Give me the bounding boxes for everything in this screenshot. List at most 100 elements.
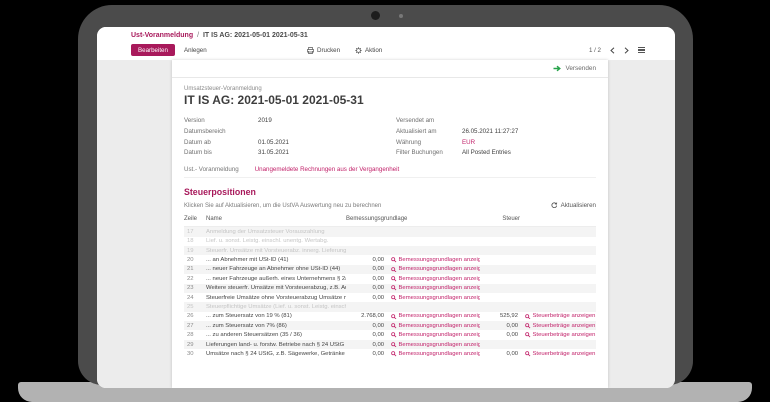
- base-amounts-link[interactable]: Bemessungsgrundlagen anzeigen: [386, 285, 480, 291]
- document-title: IT IS AG: 2021-05-01 2021-05-31: [184, 93, 596, 107]
- edit-button[interactable]: Bearbeiten: [131, 44, 175, 56]
- field-section: Version2019DatumsbereichDatum ab01.05.20…: [184, 116, 596, 159]
- breadcrumb-section-link[interactable]: Ust-Voranmeldung: [131, 32, 193, 39]
- field-value[interactable]: EUR: [462, 138, 475, 149]
- cell-name: Lief. u. sonst. Leistg. einschl. unentg.…: [206, 238, 346, 244]
- section-heading: Steuerpositionen: [184, 187, 596, 197]
- tax-amounts-link[interactable]: Steuerbeträge anzeigen: [520, 323, 596, 329]
- base-amounts-link[interactable]: Bemessungsgrundlagen anzeigen: [386, 342, 480, 348]
- tab-unangemeldete-rechnungen-aus-der-vergangenheit[interactable]: Unangemeldete Rechnungen aus der Vergang…: [255, 166, 399, 173]
- table-row: 25Steuerpflichtige Umsätze (Lief. u. son…: [184, 302, 596, 311]
- tab-ust-voranmeldung[interactable]: Ust.- Voranmeldung: [184, 166, 239, 173]
- table-header-row: Zeile Name Bemessungsgrundlage Steuer: [184, 214, 596, 227]
- refresh-icon: [551, 202, 558, 209]
- base-amounts-link[interactable]: Bemessungsgrundlagen anzeigen: [386, 295, 480, 301]
- field-value: 01.05.2021: [258, 138, 289, 149]
- tax-amounts-link[interactable]: Steuerbeträge anzeigen: [520, 351, 596, 357]
- cell-tax-amount: 0,00: [480, 351, 520, 357]
- field-label: Filter Buchungen: [396, 148, 462, 159]
- column-header-steuer: Steuer: [480, 216, 520, 222]
- hamburger-icon[interactable]: [638, 47, 645, 53]
- tax-amounts-link[interactable]: Steuerbeträge anzeigen: [520, 332, 596, 338]
- print-label: Drucken: [317, 47, 340, 54]
- magnifier-icon: [525, 351, 531, 357]
- column-header-zeile: Zeile: [184, 216, 206, 222]
- table-row: 21... neuer Fahrzeuge an Abnehmer ohne U…: [184, 265, 596, 274]
- breadcrumb: Ust-Voranmeldung / IT IS AG: 2021-05-01 …: [131, 31, 645, 40]
- positions-table: Zeile Name Bemessungsgrundlage Steuer 17…: [184, 214, 596, 358]
- cell-zeile: 27: [184, 323, 206, 329]
- cell-tax-amount: 525,92: [480, 313, 520, 319]
- print-button[interactable]: Drucken: [307, 47, 340, 54]
- app-screen: Ust-Voranmeldung / IT IS AG: 2021-05-01 …: [97, 27, 675, 388]
- column-header-bemessungsgrundlage: Bemessungsgrundlage: [346, 216, 480, 222]
- cell-base-amount: 0,00: [346, 332, 386, 338]
- field-row: Datum bis31.05.2021: [184, 148, 396, 159]
- table-row: 22... neuer Fahrzeuge außerh. eines Unte…: [184, 274, 596, 283]
- cell-zeile: 28: [184, 332, 206, 338]
- magnifier-icon: [391, 323, 397, 329]
- tax-amounts-link-label: Steuerbeträge anzeigen: [533, 332, 596, 338]
- chevron-right-icon: [624, 47, 629, 54]
- magnifier-icon: [391, 295, 397, 301]
- base-amounts-link[interactable]: Bemessungsgrundlagen anzeigen: [386, 332, 480, 338]
- cell-zeile: 25: [184, 304, 206, 310]
- field-row: Version2019: [184, 116, 396, 127]
- toolbar-center-actions: Drucken Aktion: [307, 47, 382, 54]
- top-toolbar: Ust-Voranmeldung / IT IS AG: 2021-05-01 …: [97, 27, 675, 60]
- base-amounts-link[interactable]: Bemessungsgrundlagen anzeigen: [386, 323, 480, 329]
- magnifier-icon: [391, 276, 397, 282]
- cell-zeile: 18: [184, 238, 206, 244]
- cell-name: ... neuer Fahrzeuge außerh. eines Untern…: [206, 276, 346, 282]
- cell-zeile: 26: [184, 313, 206, 319]
- field-label: Datumsbereich: [184, 127, 258, 138]
- field-row: Versendet am: [396, 116, 596, 127]
- document-body: Umsatzsteuer-Voranmeldung IT IS AG: 2021…: [172, 78, 608, 359]
- cell-base-amount: 0,00: [346, 342, 386, 348]
- field-label: Versendet am: [396, 116, 462, 127]
- cell-base-amount: 0,00: [346, 323, 386, 329]
- create-button[interactable]: Anlegen: [184, 47, 207, 54]
- base-amounts-link[interactable]: Bemessungsgrundlagen anzeigen: [386, 257, 480, 263]
- notebook-tabs: Ust.- Voranmeldung Unangemeldete Rechnung…: [184, 166, 596, 178]
- hint-row: Klicken Sie auf Aktualisieren, um die Us…: [184, 202, 596, 209]
- field-row: Filter BuchungenAll Posted Entries: [396, 148, 596, 159]
- magnifier-icon: [391, 267, 397, 273]
- pager-next-button[interactable]: [624, 47, 629, 54]
- column-header-name: Name: [206, 216, 346, 222]
- base-amounts-link-label: Bemessungsgrundlagen anzeigen: [399, 323, 481, 329]
- base-amounts-link-label: Bemessungsgrundlagen anzeigen: [399, 266, 481, 272]
- field-label: Version: [184, 116, 258, 127]
- cell-base-amount: 2.768,00: [346, 313, 386, 319]
- tax-amounts-link[interactable]: Steuerbeträge anzeigen: [520, 313, 596, 319]
- document-type-label: Umsatzsteuer-Voranmeldung: [184, 86, 596, 92]
- tax-amounts-link-label: Steuerbeträge anzeigen: [533, 313, 596, 319]
- cell-base-amount: 0,00: [346, 276, 386, 282]
- cell-zeile: 21: [184, 266, 206, 272]
- base-amounts-link[interactable]: Bemessungsgrundlagen anzeigen: [386, 266, 480, 272]
- cell-name: Steuerfr. Umsätze mit Vorsteuerabz. inne…: [206, 248, 346, 254]
- send-button[interactable]: Versenden: [172, 60, 608, 78]
- base-amounts-link[interactable]: Bemessungsgrundlagen anzeigen: [386, 276, 480, 282]
- tax-amounts-link-label: Steuerbeträge anzeigen: [533, 323, 596, 329]
- base-amounts-link[interactable]: Bemessungsgrundlagen anzeigen: [386, 313, 480, 319]
- base-amounts-link-label: Bemessungsgrundlagen anzeigen: [399, 257, 481, 263]
- table-row: 19Steuerfr. Umsätze mit Vorsteuerabz. in…: [184, 246, 596, 255]
- send-label: Versenden: [565, 65, 596, 72]
- action-button[interactable]: Aktion: [355, 47, 382, 54]
- table-row: 26... zum Steuersatz von 19 % (81)2.768,…: [184, 312, 596, 321]
- magnifier-icon: [391, 285, 397, 291]
- table-row: 24Steuerfreie Umsätze ohne Vorsteuerabzu…: [184, 293, 596, 302]
- cell-name: Steuerfreie Umsätze ohne Vorsteuerabzug …: [206, 295, 346, 301]
- fields-right-column: Versendet amAktualisiert am26.05.2021 11…: [396, 116, 596, 159]
- pager-prev-button[interactable]: [610, 47, 615, 54]
- cell-zeile: 29: [184, 342, 206, 348]
- content-area: Versenden Umsatzsteuer-Voranmeldung IT I…: [97, 60, 675, 388]
- refresh-button[interactable]: Aktualisieren: [551, 202, 596, 209]
- field-value: 2019: [258, 116, 272, 127]
- table-row: 29Lieferungen land- u. forstw. Betriebe …: [184, 340, 596, 349]
- base-amounts-link-label: Bemessungsgrundlagen anzeigen: [399, 276, 481, 282]
- base-amounts-link[interactable]: Bemessungsgrundlagen anzeigen: [386, 351, 480, 357]
- cell-zeile: 30: [184, 351, 206, 357]
- cell-name: Lieferungen land- u. forstw. Betriebe na…: [206, 342, 346, 348]
